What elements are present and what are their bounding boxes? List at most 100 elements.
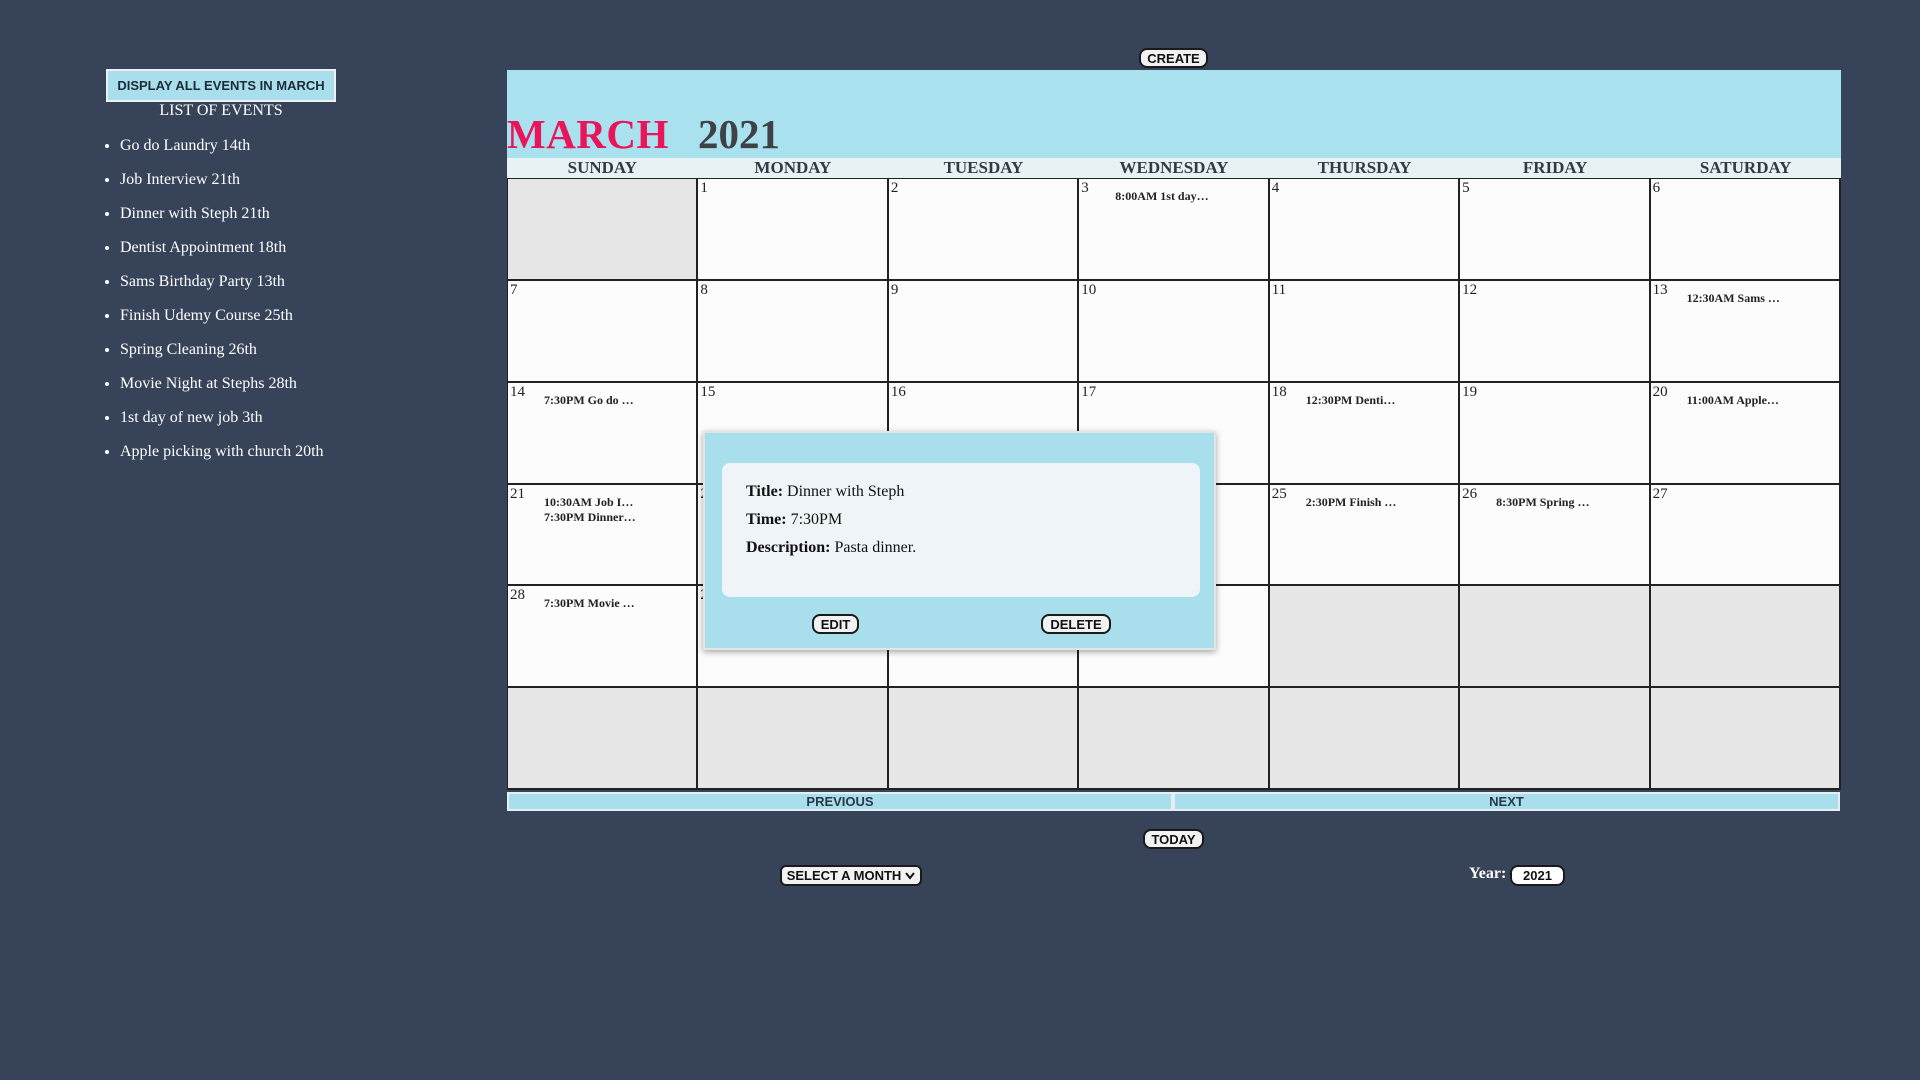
day-cell[interactable]: 21 10:30AM Job I… 7:30PM Dinner… — [508, 484, 699, 587]
day-number: 14 — [510, 383, 525, 400]
day-events: 11:00AM Apple… — [1687, 393, 1779, 408]
empty-day-cell — [508, 179, 699, 281]
day-number: 15 — [700, 383, 716, 400]
day-cell[interactable]: 6 — [1650, 179, 1841, 281]
day-cell[interactable]: 3 8:00AM 1st day… — [1079, 179, 1270, 281]
calendar-event[interactable]: 7:30PM Go do … — [544, 393, 634, 408]
event-title-value: Dinner with Steph — [787, 483, 905, 500]
empty-day-cell — [888, 688, 1080, 790]
day-cell[interactable]: 5 — [1460, 179, 1651, 281]
day-events: 12:30AM Sams … — [1687, 291, 1780, 306]
day-number: 5 — [1462, 180, 1470, 196]
event-list-item: Sams Birthday Party 13th — [120, 270, 324, 304]
create-button[interactable]: CREATE — [1139, 48, 1208, 68]
event-list-item: Go do Laundry 14th — [120, 134, 324, 168]
day-number: 11 — [1271, 281, 1287, 298]
empty-day-cell — [1460, 586, 1651, 689]
month-select-value: SELECT A MONTH — [786, 868, 902, 883]
day-number: 7 — [510, 281, 518, 298]
day-cell[interactable]: 20 11:00AM Apple… — [1650, 382, 1841, 485]
month-title: MARCH — [507, 111, 669, 157]
day-cell[interactable]: 9 — [888, 280, 1080, 383]
day-cell[interactable]: 27 — [1650, 484, 1841, 587]
day-number: 13 — [1652, 281, 1668, 298]
empty-day-cell — [1269, 586, 1461, 689]
day-number: 10 — [1081, 281, 1097, 298]
day-events: 2:30PM Finish … — [1306, 495, 1397, 510]
day-cell[interactable]: 4 — [1269, 179, 1461, 281]
day-cell[interactable]: 12 — [1460, 280, 1651, 383]
day-events: 7:30PM Go do … — [544, 393, 634, 408]
day-cell[interactable]: 7 — [508, 280, 699, 383]
day-cell[interactable]: 26 8:30PM Spring … — [1460, 484, 1651, 587]
day-number: 2 — [890, 180, 899, 196]
empty-day-cell — [1650, 688, 1841, 790]
display-all-events-button[interactable]: DISPLAY ALL EVENTS IN MARCH — [106, 69, 336, 102]
empty-day-cell — [698, 688, 889, 790]
event-list-item: Movie Night at Stephs 28th — [120, 372, 324, 406]
empty-day-cell — [508, 688, 699, 790]
chevron-down-icon — [905, 871, 916, 880]
day-number: 19 — [1462, 383, 1478, 400]
day-number: 4 — [1271, 180, 1280, 196]
events-list: Go do Laundry 14thJob Interview 21thDinn… — [100, 134, 324, 474]
year-label: Year: — [1469, 865, 1507, 882]
day-number: 9 — [890, 281, 899, 298]
delete-button[interactable]: DELETE — [1041, 614, 1111, 634]
day-events: 10:30AM Job I… 7:30PM Dinner… — [544, 495, 636, 525]
event-list-item: 1st day of new job 3th — [120, 406, 324, 440]
event-time-label: Time: — [746, 511, 787, 528]
calendar-event[interactable]: 7:30PM Movie … — [544, 596, 635, 611]
day-number: 12 — [1462, 281, 1478, 298]
event-details-body: Title: Dinner with Steph Time: 7:30PM De… — [722, 463, 1200, 597]
calendar-event[interactable]: 2:30PM Finish … — [1306, 495, 1397, 510]
previous-button[interactable]: PREVIOUS — [507, 792, 1173, 811]
day-cell[interactable]: 10 — [1079, 280, 1270, 383]
day-cell[interactable]: 19 — [1460, 382, 1651, 485]
event-list-item: Finish Udemy Course 25th — [120, 304, 324, 338]
calendar: MARCH 2021 SUNDAY MONDAY TUESDAY WEDNESDAY T… — [507, 70, 1841, 790]
day-number: 21 — [510, 485, 525, 502]
weekday-label: TUESDAY — [943, 158, 1024, 177]
today-button[interactable]: TODAY — [1143, 829, 1204, 849]
day-cell[interactable]: 14 7:30PM Go do … — [508, 382, 699, 485]
empty-day-cell — [1460, 688, 1651, 790]
calendar-event[interactable]: 11:00AM Apple… — [1687, 393, 1779, 408]
weekday-label: WEDNESDAY — [1119, 158, 1229, 177]
day-cell[interactable]: 8 — [698, 280, 889, 383]
edit-button[interactable]: EDIT — [812, 614, 859, 634]
day-cell[interactable]: 11 — [1269, 280, 1461, 383]
month-select[interactable]: SELECT A MONTH — [780, 865, 922, 886]
calendar-header: MARCH 2021 — [507, 70, 1841, 158]
day-cell[interactable]: 28 7:30PM Movie … — [508, 586, 699, 689]
day-number: 3 — [1081, 180, 1089, 196]
weekday-label: MONDAY — [754, 158, 832, 177]
day-cell[interactable]: 2 — [888, 179, 1080, 281]
weekday-label: THURSDAY — [1317, 158, 1412, 177]
day-number: 25 — [1271, 485, 1287, 502]
calendar-event[interactable]: 7:30PM Dinner… — [544, 510, 636, 525]
calendar-event[interactable]: 10:30AM Job I… — [544, 495, 636, 510]
day-events: 8:30PM Spring … — [1496, 495, 1589, 510]
year-input[interactable]: 2021 — [1510, 865, 1565, 886]
calendar-event[interactable]: 8:00AM 1st day… — [1115, 189, 1208, 204]
calendar-event[interactable]: 8:30PM Spring … — [1496, 495, 1589, 510]
empty-day-cell — [1079, 688, 1270, 790]
day-cell[interactable]: 18 12:30PM Denti… — [1269, 382, 1461, 485]
event-title-row: Title: Dinner with Steph — [746, 483, 904, 501]
calendar-event[interactable]: 12:30PM Denti… — [1306, 393, 1396, 408]
calendar-event[interactable]: 12:30AM Sams … — [1687, 291, 1780, 306]
event-description-row: Description: Pasta dinner. — [746, 539, 916, 557]
day-cell[interactable]: 13 12:30AM Sams … — [1650, 280, 1841, 383]
event-list-item: Job Interview 21th — [120, 168, 324, 202]
day-number: 27 — [1652, 485, 1668, 502]
next-button[interactable]: NEXT — [1173, 792, 1840, 811]
weekday-label: FRIDAY — [1522, 158, 1588, 177]
events-list-title: LIST OF EVENTS — [159, 102, 283, 119]
year-title: 2021 — [698, 111, 780, 157]
day-cell[interactable]: 25 2:30PM Finish … — [1269, 484, 1461, 587]
day-events: 7:30PM Movie … — [544, 596, 635, 611]
event-title-label: Title: — [746, 483, 784, 500]
day-cell[interactable]: 1 — [698, 179, 889, 281]
event-time-row: Time: 7:30PM — [746, 511, 842, 529]
